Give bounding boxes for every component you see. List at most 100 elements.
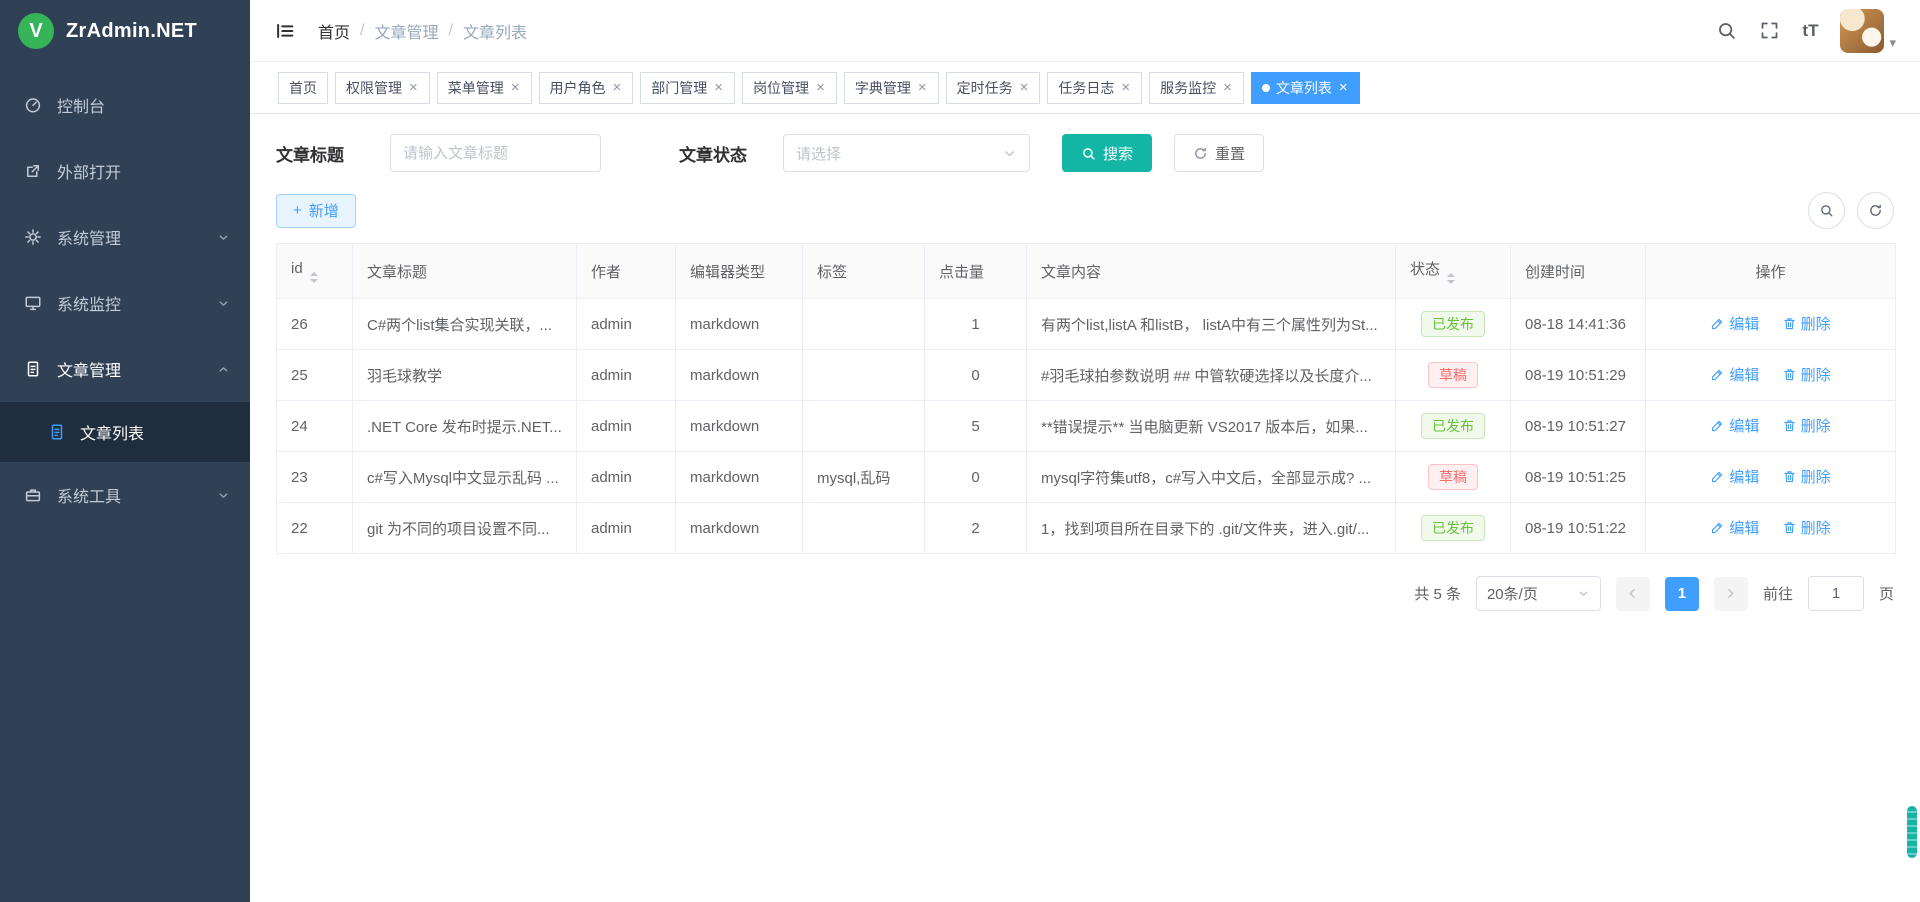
close-icon[interactable]: × bbox=[1019, 80, 1030, 95]
sidebar-item-article-list[interactable]: 文章列表 bbox=[0, 402, 250, 462]
delete-button[interactable]: 删除 bbox=[1782, 313, 1831, 334]
toggle-search-button[interactable] bbox=[1808, 192, 1845, 229]
sidebar-menu: 控制台 外部打开 系统管理 系统监控 文章管理 bbox=[0, 62, 250, 902]
edit-button[interactable]: 编辑 bbox=[1710, 364, 1759, 385]
sidebar-item-label: 外部打开 bbox=[57, 159, 121, 183]
user-menu[interactable]: ▾ bbox=[1840, 9, 1896, 53]
breadcrumb-separator: / bbox=[360, 22, 364, 40]
page-size-select[interactable]: 20条/页 bbox=[1476, 576, 1601, 611]
status-badge: 草稿 bbox=[1428, 464, 1478, 491]
top-navbar: 首页 / 文章管理 / 文章列表 tT ▾ bbox=[250, 0, 1920, 62]
tab-menu-manage[interactable]: 菜单管理 × bbox=[437, 72, 532, 104]
pencil-icon bbox=[1710, 469, 1725, 484]
column-header-author: 作者 bbox=[577, 244, 676, 299]
close-icon[interactable]: × bbox=[713, 80, 724, 95]
cell-actions: 编辑 删除 bbox=[1646, 452, 1896, 503]
article-title-label: 文章标题 bbox=[276, 141, 344, 166]
tab-dept-manage[interactable]: 部门管理 × bbox=[640, 72, 735, 104]
close-icon[interactable]: × bbox=[1338, 80, 1349, 95]
status-badge: 草稿 bbox=[1428, 362, 1478, 389]
tab-user-role[interactable]: 用户角色 × bbox=[539, 72, 634, 104]
tab-service-monitor[interactable]: 服务监控 × bbox=[1149, 72, 1244, 104]
search-icon[interactable] bbox=[1716, 20, 1737, 41]
tab-post-manage[interactable]: 岗位管理 × bbox=[742, 72, 837, 104]
close-icon[interactable]: × bbox=[408, 80, 419, 95]
page-size-value: 20条/页 bbox=[1487, 583, 1538, 604]
column-header-title: 文章标题 bbox=[353, 244, 577, 299]
sidebar-toggle-button[interactable] bbox=[274, 20, 296, 42]
cell-author: admin bbox=[577, 299, 676, 350]
cell-created: 08-18 14:41:36 bbox=[1511, 299, 1646, 350]
tab-task-log[interactable]: 任务日志 × bbox=[1047, 72, 1142, 104]
sidebar-item-system-monitor[interactable]: 系统监控 bbox=[0, 270, 250, 336]
search-button[interactable]: 搜索 bbox=[1062, 134, 1152, 172]
sidebar-item-external[interactable]: 外部打开 bbox=[0, 138, 250, 204]
column-header-content: 文章内容 bbox=[1027, 244, 1396, 299]
close-icon[interactable]: × bbox=[815, 80, 826, 95]
cell-title: git 为不同的项目设置不同... bbox=[353, 503, 577, 554]
column-header-id[interactable]: id bbox=[277, 244, 353, 299]
tab-scheduled-task[interactable]: 定时任务 × bbox=[946, 72, 1041, 104]
tab-label: 任务日志 bbox=[1058, 78, 1114, 98]
scrollbar-thumb[interactable] bbox=[1907, 806, 1917, 858]
app-logo[interactable]: V ZrAdmin.NET bbox=[0, 0, 250, 62]
cell-created: 08-19 10:51:22 bbox=[1511, 503, 1646, 554]
cell-clicks: 5 bbox=[925, 401, 1027, 452]
close-icon[interactable]: × bbox=[1222, 80, 1233, 95]
breadcrumb: 首页 / 文章管理 / 文章列表 bbox=[318, 19, 527, 43]
main-area: 首页 / 文章管理 / 文章列表 tT ▾ bbox=[250, 0, 1920, 902]
article-title-input[interactable] bbox=[390, 134, 601, 172]
reset-button-label: 重置 bbox=[1215, 143, 1245, 164]
cell-id: 25 bbox=[277, 350, 353, 401]
tab-home[interactable]: 首页 bbox=[278, 72, 328, 104]
tab-label: 用户角色 bbox=[550, 78, 606, 98]
cell-tags bbox=[803, 299, 925, 350]
column-header-status[interactable]: 状态 bbox=[1396, 244, 1511, 299]
refresh-table-button[interactable] bbox=[1857, 192, 1894, 229]
chevron-down-icon bbox=[1577, 587, 1590, 600]
tab-dict-manage[interactable]: 字典管理 × bbox=[844, 72, 939, 104]
sidebar-item-label: 文章列表 bbox=[80, 420, 144, 444]
filter-bar: 文章标题 文章状态 请选择 搜索 重置 bbox=[276, 134, 1894, 172]
add-button[interactable]: + 新增 bbox=[276, 194, 356, 228]
tab-permission-manage[interactable]: 权限管理 × bbox=[335, 72, 430, 104]
delete-button[interactable]: 删除 bbox=[1782, 466, 1831, 487]
sidebar-item-article-manage[interactable]: 文章管理 bbox=[0, 336, 250, 402]
delete-button[interactable]: 删除 bbox=[1782, 517, 1831, 538]
close-icon[interactable]: × bbox=[612, 80, 623, 95]
goto-page-input[interactable] bbox=[1808, 576, 1864, 611]
breadcrumb-separator: / bbox=[448, 22, 452, 40]
delete-button[interactable]: 删除 bbox=[1782, 415, 1831, 436]
sidebar-item-system-tools[interactable]: 系统工具 bbox=[0, 462, 250, 528]
hamburger-icon bbox=[274, 20, 296, 42]
tab-label: 文章列表 bbox=[1276, 78, 1332, 98]
cell-status: 已发布 bbox=[1396, 401, 1511, 452]
sidebar-item-dashboard[interactable]: 控制台 bbox=[0, 72, 250, 138]
delete-button[interactable]: 删除 bbox=[1782, 364, 1831, 385]
page-number-button[interactable]: 1 bbox=[1665, 577, 1699, 611]
table-toolbar: + 新增 bbox=[276, 192, 1894, 229]
cell-author: admin bbox=[577, 350, 676, 401]
edit-button[interactable]: 编辑 bbox=[1710, 415, 1759, 436]
breadcrumb-home[interactable]: 首页 bbox=[318, 19, 350, 43]
edit-button[interactable]: 编辑 bbox=[1710, 466, 1759, 487]
sidebar-item-system-manage[interactable]: 系统管理 bbox=[0, 204, 250, 270]
next-page-button[interactable] bbox=[1714, 577, 1748, 611]
table-row: 26 C#两个list集合实现关联，... admin markdown 1 有… bbox=[277, 299, 1896, 350]
cell-editor: markdown bbox=[676, 299, 803, 350]
tab-article-list[interactable]: 文章列表 × bbox=[1251, 72, 1360, 104]
close-icon[interactable]: × bbox=[510, 80, 521, 95]
article-status-select[interactable]: 请选择 bbox=[783, 134, 1030, 172]
sort-icon bbox=[1447, 273, 1455, 284]
font-size-icon[interactable]: tT bbox=[1802, 21, 1818, 41]
fullscreen-icon[interactable] bbox=[1759, 20, 1780, 41]
close-icon[interactable]: × bbox=[917, 80, 928, 95]
prev-page-button[interactable] bbox=[1616, 577, 1650, 611]
edit-button[interactable]: 编辑 bbox=[1710, 313, 1759, 334]
gear-icon bbox=[24, 228, 42, 246]
edit-button[interactable]: 编辑 bbox=[1710, 517, 1759, 538]
chevron-down-icon bbox=[217, 297, 230, 310]
close-icon[interactable]: × bbox=[1120, 80, 1131, 95]
column-header-clicks: 点击量 bbox=[925, 244, 1027, 299]
reset-button[interactable]: 重置 bbox=[1174, 134, 1264, 172]
